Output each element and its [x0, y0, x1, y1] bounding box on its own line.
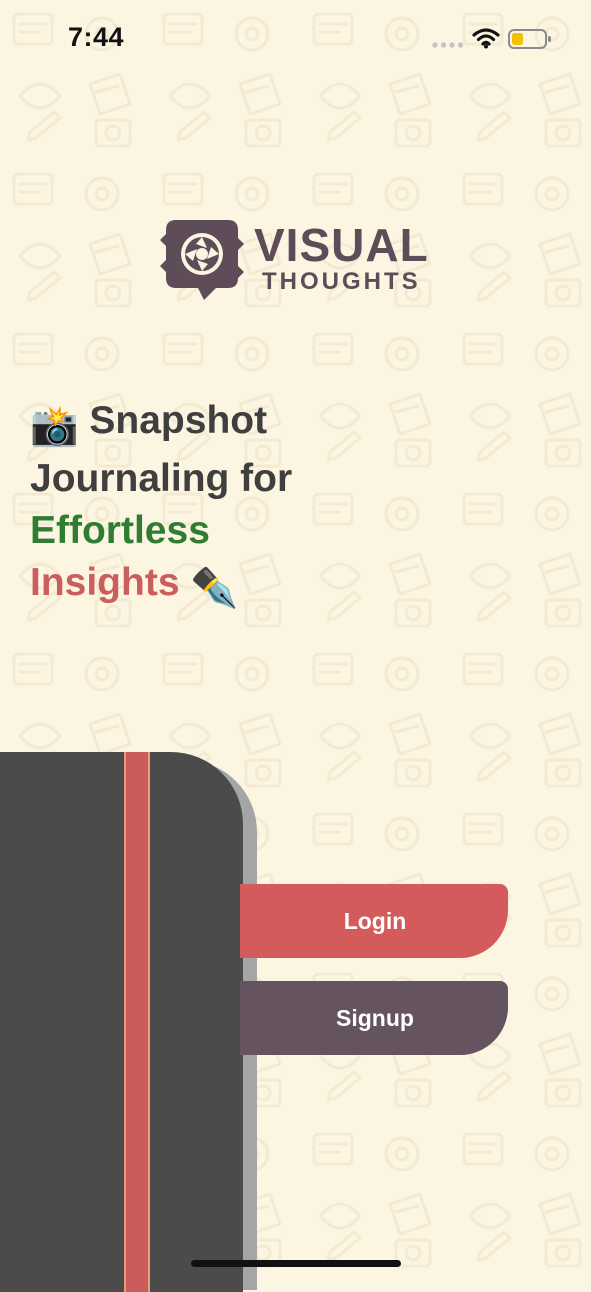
signup-button-label: Signup: [336, 1004, 414, 1031]
signup-button[interactable]: Signup: [240, 981, 508, 1055]
logo-word-thoughts: THOUGHTS: [262, 268, 421, 295]
battery-icon: [508, 29, 551, 49]
app-logo: VISUAL THOUGHTS: [158, 216, 438, 306]
tagline-word-effortless: Effortless: [30, 509, 210, 552]
cellular-signal-icon: [432, 42, 464, 48]
fountain-pen-icon: ✒️: [190, 567, 239, 610]
camera-flash-icon: 📸: [30, 405, 79, 448]
tagline-line-2: Journaling for: [30, 457, 293, 500]
notebook-cover: [0, 752, 243, 1292]
home-indicator[interactable]: [191, 1260, 401, 1267]
tagline-line-1: 📸 Snapshot: [30, 395, 370, 453]
logo-word-visual: VISUAL: [254, 219, 429, 271]
login-button[interactable]: Login: [240, 884, 508, 958]
camera-aperture-logo-icon: [160, 220, 244, 300]
login-button-label: Login: [343, 907, 407, 934]
tagline-word-snapshot: Snapshot: [89, 399, 268, 442]
tagline-headline: 📸 Snapshot Journaling for Effortless Ins…: [30, 395, 370, 615]
status-bar: 7:44: [0, 0, 591, 80]
wifi-icon: [472, 28, 500, 49]
tagline-word-insights: Insights: [30, 561, 180, 604]
tagline-line-4: Insights ✒️: [30, 557, 370, 615]
notebook-bookmark-ribbon: [124, 752, 150, 1292]
status-time: 7:44: [68, 22, 125, 52]
